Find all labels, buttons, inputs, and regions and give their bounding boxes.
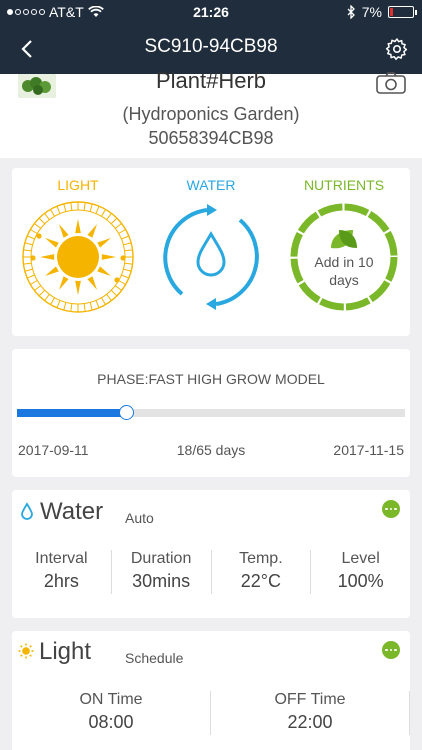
stat-label: OFF Time: [274, 691, 346, 708]
battery-icon: [388, 6, 417, 18]
water-stat-interval: Interval 2hrs: [12, 550, 112, 594]
light-label: LIGHT: [57, 177, 99, 193]
nutrients-line2: days: [329, 272, 359, 288]
light-stat-on-time: ON Time 08:00: [12, 691, 211, 735]
phase-progress-knob[interactable]: [118, 405, 134, 420]
light-stats: ON Time 08:00 OFF Time 22:00: [12, 691, 410, 735]
water-stat-level: Level 100%: [311, 550, 410, 594]
light-card: Light Schedule ON Time 08:00 OFF Time 22…: [12, 631, 410, 750]
light-status[interactable]: LIGHT: [12, 168, 144, 336]
nutrients-countdown: Add in 10 days: [278, 253, 410, 289]
water-card: Water Auto Interval 2hrs Duration 30mins…: [12, 490, 410, 618]
nutrients-line1: Add in 10: [314, 254, 374, 270]
light-more-button[interactable]: [382, 641, 400, 659]
water-stat-duration: Duration 30mins: [112, 550, 212, 594]
phase-title: PHASE:FAST HIGH GROW MODEL: [97, 371, 325, 387]
plant-code: 50658394CB98: [148, 128, 274, 148]
nav-bar: SC910-94CB98: [0, 24, 422, 74]
water-mode: Auto: [125, 510, 154, 526]
stat-value: 100%: [337, 571, 384, 591]
stat-label: Interval: [35, 550, 88, 567]
stat-label: Duration: [130, 550, 192, 567]
water-drop-icon: [21, 502, 33, 520]
plant-type: (Hydroponics Garden): [122, 104, 300, 124]
stat-label: ON Time: [79, 691, 143, 708]
water-stat-temp: Temp. 22°C: [212, 550, 312, 594]
water-more-button[interactable]: [382, 500, 400, 518]
plant-info: Plant#Herb (Hydroponics Garden) 50658394…: [0, 68, 422, 158]
stat-value: 30mins: [132, 571, 191, 591]
water-label: WATER: [186, 177, 236, 193]
stat-value: 22:00: [287, 712, 333, 732]
phase-card: PHASE:FAST HIGH GROW MODEL 2017-09-11 18…: [12, 349, 410, 477]
phase-progress-bar: [17, 405, 405, 420]
phase-end-date: 2017-11-15: [333, 442, 404, 458]
stat-value: 08:00: [88, 712, 134, 732]
stat-value: 22°C: [240, 571, 281, 591]
page-title: SC910-94CB98: [144, 36, 278, 57]
phase-progress-fill: [17, 409, 126, 417]
sun-small-icon: [18, 643, 34, 659]
water-stats: Interval 2hrs Duration 30mins Temp. 22°C…: [12, 550, 410, 594]
water-cycle-icon: [163, 204, 259, 310]
light-title: Light: [39, 638, 92, 665]
battery-percent: 7%: [361, 4, 382, 20]
status-card: LIGHT WATER NUTRIENTS Add in 10 days: [12, 168, 410, 336]
plant-name: Plant#Herb: [155, 68, 267, 93]
stat-label: Temp.: [239, 550, 283, 567]
stat-value: 2hrs: [43, 571, 79, 591]
nutrients-status[interactable]: NUTRIENTS Add in 10 days: [278, 168, 410, 336]
light-mode: Schedule: [125, 650, 184, 666]
status-bar: AT&T 21:26 7%: [0, 0, 422, 24]
light-stat-off-time: OFF Time 22:00: [211, 691, 410, 735]
camera-icon[interactable]: [376, 72, 406, 94]
settings-button[interactable]: [382, 34, 412, 64]
bluetooth-icon: [347, 5, 355, 19]
stat-label: Level: [341, 550, 380, 567]
water-title: Water: [40, 498, 104, 525]
gear-icon: [385, 38, 408, 60]
sun-icon: [22, 201, 134, 313]
water-status[interactable]: WATER: [145, 168, 277, 336]
nutrients-label: NUTRIENTS: [303, 177, 385, 193]
